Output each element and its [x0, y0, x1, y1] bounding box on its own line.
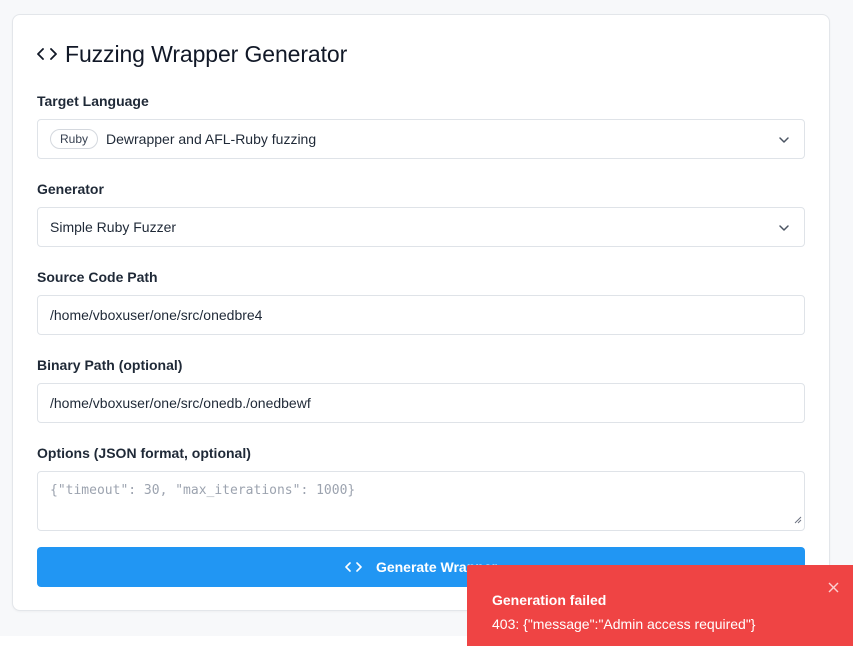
language-badge: Ruby	[50, 129, 99, 149]
binary-path-input[interactable]: /home/vboxuser/one/src/onedb./onedbewf	[37, 383, 805, 423]
page-title: Fuzzing Wrapper Generator	[65, 40, 348, 67]
close-icon[interactable]	[828, 580, 839, 598]
generator-select[interactable]: Simple Ruby Fuzzer	[37, 207, 805, 247]
options-textarea[interactable]: {"timeout": 30, "max_iterations": 1000}	[37, 471, 805, 531]
generator-label: Generator	[37, 181, 104, 197]
code-icon	[345, 561, 362, 573]
source-path-label: Source Code Path	[37, 269, 158, 285]
page: Fuzzing Wrapper Generator Target Languag…	[0, 0, 853, 646]
title-row: Fuzzing Wrapper Generator	[37, 39, 347, 69]
options-label: Options (JSON format, optional)	[37, 445, 251, 461]
generator-value: Simple Ruby Fuzzer	[50, 219, 177, 235]
generator-card: Fuzzing Wrapper Generator Target Languag…	[12, 14, 830, 611]
resize-handle-icon[interactable]	[794, 513, 802, 528]
source-path-value: /home/vboxuser/one/src/onedbre4	[50, 307, 263, 323]
target-language-label: Target Language	[37, 93, 149, 109]
toast-message: 403: {"message":"Admin access required"}	[492, 616, 756, 632]
target-language-value: Dewrapper and AFL-Ruby fuzzing	[106, 131, 317, 147]
target-language-select[interactable]: Ruby Dewrapper and AFL-Ruby fuzzing	[37, 119, 805, 159]
options-placeholder: {"timeout": 30, "max_iterations": 1000}	[50, 483, 356, 498]
binary-path-label: Binary Path (optional)	[37, 357, 183, 373]
error-toast: Generation failed 403: {"message":"Admin…	[467, 565, 853, 646]
chevron-down-icon	[778, 133, 790, 149]
source-path-input[interactable]: /home/vboxuser/one/src/onedbre4	[37, 295, 805, 335]
code-icon	[37, 43, 59, 65]
toast-title: Generation failed	[492, 592, 607, 608]
chevron-down-icon	[778, 221, 790, 237]
binary-path-value: /home/vboxuser/one/src/onedb./onedbewf	[50, 395, 311, 411]
